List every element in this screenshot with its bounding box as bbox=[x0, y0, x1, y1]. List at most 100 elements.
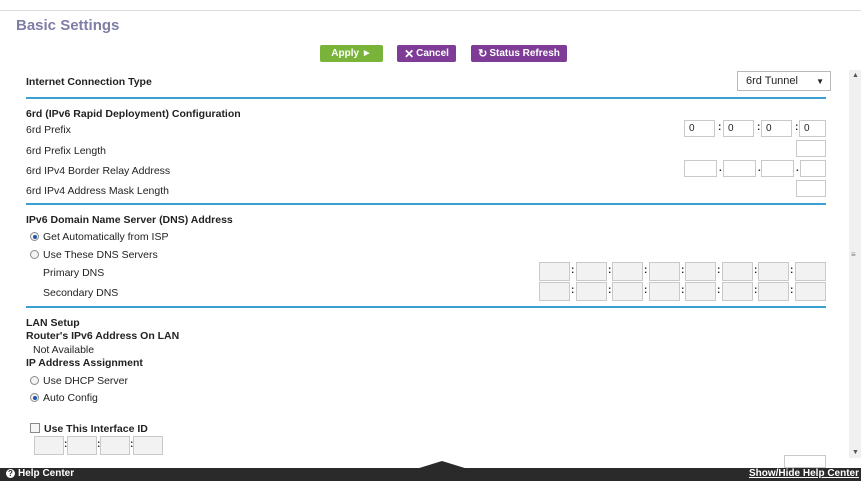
ip-assignment-label: IP Address Assignment bbox=[26, 357, 143, 369]
dns-manual-label: Use These DNS Servers bbox=[43, 249, 158, 261]
secondary-dns-label: Secondary DNS bbox=[43, 287, 119, 299]
secondary-dns-field-1[interactable] bbox=[539, 282, 570, 301]
sixrd-prefix-field-4[interactable]: 0 bbox=[799, 120, 826, 137]
colon-separator: : bbox=[754, 265, 758, 276]
colon-separator: : bbox=[790, 285, 794, 296]
refresh-label: Status Refresh bbox=[489, 48, 560, 59]
colon-separator: : bbox=[608, 285, 612, 296]
router-ipv6-label: Router's IPv6 Address On LAN bbox=[26, 330, 180, 342]
primary-dns-label: Primary DNS bbox=[43, 267, 105, 279]
dot-separator: . bbox=[796, 163, 799, 174]
secondary-dns-field-8[interactable] bbox=[795, 282, 826, 301]
relay-octet-4[interactable] bbox=[800, 160, 826, 177]
cancel-button[interactable]: ✕ Cancel bbox=[397, 45, 456, 62]
primary-dns-field-5[interactable] bbox=[685, 262, 716, 281]
colon-separator: : bbox=[681, 265, 685, 276]
colon-separator: : bbox=[718, 122, 722, 133]
secondary-dns-field-4[interactable] bbox=[649, 282, 680, 301]
section-divider bbox=[26, 306, 826, 308]
auto-config-option[interactable]: Auto Config bbox=[30, 392, 98, 404]
scroll-grip-icon[interactable]: ≡ bbox=[851, 250, 856, 259]
colon-separator: : bbox=[790, 265, 794, 276]
primary-dns-field-7[interactable] bbox=[758, 262, 789, 281]
colon-separator: : bbox=[754, 285, 758, 296]
radio-icon[interactable] bbox=[30, 250, 39, 259]
connection-type-select[interactable]: 6rd Tunnel ▼ bbox=[737, 71, 831, 91]
help-center-label: Help Center bbox=[18, 468, 75, 479]
dns-manual-option[interactable]: Use These DNS Servers bbox=[30, 249, 158, 261]
secondary-dns-field-3[interactable] bbox=[612, 282, 643, 301]
router-ipv6-value: Not Available bbox=[33, 344, 95, 356]
status-refresh-button[interactable]: ↻ Status Refresh bbox=[471, 45, 567, 62]
dhcp-option[interactable]: Use DHCP Server bbox=[30, 375, 128, 387]
close-icon: ✕ bbox=[404, 46, 415, 61]
auto-config-label: Auto Config bbox=[43, 392, 98, 404]
primary-dns-field-4[interactable] bbox=[649, 262, 680, 281]
colon-separator: : bbox=[644, 265, 648, 276]
dhcp-label: Use DHCP Server bbox=[43, 375, 128, 387]
footer-tab[interactable] bbox=[416, 461, 468, 469]
partial-input[interactable] bbox=[784, 455, 826, 468]
colon-separator: : bbox=[681, 285, 685, 296]
secondary-dns-field-7[interactable] bbox=[758, 282, 789, 301]
dns-heading: IPv6 Domain Name Server (DNS) Address bbox=[26, 214, 233, 226]
chevron-down-icon: ▼ bbox=[816, 77, 824, 86]
interface-id-field-2[interactable] bbox=[67, 436, 97, 455]
sixrd-relay-label: 6rd IPv4 Border Relay Address bbox=[26, 165, 171, 177]
interface-id-field-3[interactable] bbox=[100, 436, 130, 455]
internet-connection-type-label: Internet Connection Type bbox=[26, 76, 152, 88]
sixrd-mask-length-input[interactable] bbox=[796, 180, 826, 197]
sixrd-mask-label: 6rd IPv4 Address Mask Length bbox=[26, 185, 169, 197]
radio-selected-icon[interactable] bbox=[30, 393, 39, 402]
colon-separator: : bbox=[795, 122, 799, 133]
page-title: Basic Settings bbox=[16, 17, 120, 34]
dns-auto-option[interactable]: Get Automatically from ISP bbox=[30, 231, 168, 243]
primary-dns-field-1[interactable] bbox=[539, 262, 570, 281]
colon-separator: : bbox=[717, 285, 721, 296]
scroll-up-icon[interactable]: ▲ bbox=[852, 72, 859, 79]
colon-separator: : bbox=[757, 122, 761, 133]
show-hide-help-link[interactable]: Show/Hide Help Center bbox=[749, 468, 859, 479]
sixrd-prefix-length-label: 6rd Prefix Length bbox=[26, 145, 106, 157]
interface-id-option[interactable]: Use This Interface ID bbox=[30, 423, 148, 435]
secondary-dns-field-5[interactable] bbox=[685, 282, 716, 301]
colon-separator: : bbox=[717, 265, 721, 276]
apply-button[interactable]: Apply ► bbox=[320, 45, 383, 62]
connection-type-value: 6rd Tunnel bbox=[746, 75, 798, 87]
interface-id-label: Use This Interface ID bbox=[44, 423, 148, 435]
section-divider bbox=[26, 97, 826, 99]
dns-auto-label: Get Automatically from ISP bbox=[43, 231, 169, 243]
sixrd-prefix-field-3[interactable]: 0 bbox=[761, 120, 792, 137]
primary-dns-field-6[interactable] bbox=[722, 262, 753, 281]
dot-separator: . bbox=[719, 163, 722, 174]
relay-octet-3[interactable] bbox=[761, 160, 794, 177]
radio-selected-icon[interactable] bbox=[30, 232, 39, 241]
radio-icon[interactable] bbox=[30, 376, 39, 385]
relay-octet-1[interactable] bbox=[684, 160, 717, 177]
help-footer: ? Help Center Show/Hide Help Center bbox=[0, 461, 861, 481]
lan-heading: LAN Setup bbox=[26, 317, 80, 329]
help-center-link[interactable]: ? Help Center bbox=[6, 468, 74, 479]
relay-octet-2[interactable] bbox=[723, 160, 756, 177]
colon-separator: : bbox=[644, 285, 648, 296]
scrollbar[interactable]: ▲ ≡ ▼ bbox=[849, 70, 861, 458]
section-divider bbox=[26, 203, 826, 205]
sixrd-prefix-label: 6rd Prefix bbox=[26, 124, 71, 136]
interface-id-field-4[interactable] bbox=[133, 436, 163, 455]
refresh-icon: ↻ bbox=[478, 48, 488, 60]
secondary-dns-field-6[interactable] bbox=[722, 282, 753, 301]
sixrd-prefix-field-1[interactable]: 0 bbox=[684, 120, 715, 137]
scroll-down-icon[interactable]: ▼ bbox=[852, 449, 859, 456]
colon-separator: : bbox=[608, 265, 612, 276]
colon-separator: : bbox=[571, 285, 575, 296]
primary-dns-field-8[interactable] bbox=[795, 262, 826, 281]
secondary-dns-field-2[interactable] bbox=[576, 282, 607, 301]
cancel-label: Cancel bbox=[416, 48, 449, 59]
checkbox-icon[interactable] bbox=[30, 423, 40, 433]
sixrd-prefix-length-input[interactable] bbox=[796, 140, 826, 157]
sixrd-prefix-field-2[interactable]: 0 bbox=[723, 120, 754, 137]
primary-dns-field-3[interactable] bbox=[612, 262, 643, 281]
interface-id-field-1[interactable] bbox=[34, 436, 64, 455]
help-icon: ? bbox=[6, 469, 15, 478]
primary-dns-field-2[interactable] bbox=[576, 262, 607, 281]
